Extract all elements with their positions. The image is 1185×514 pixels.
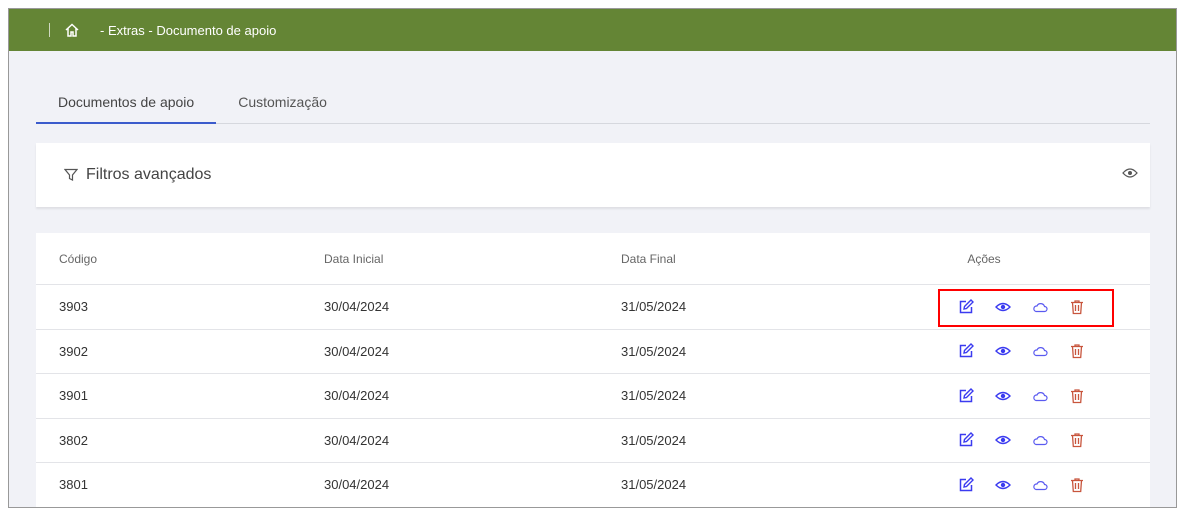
cloud-icon[interactable]: [1032, 477, 1048, 493]
cell-data-final: 31/05/2024: [621, 432, 687, 448]
row-actions: [918, 387, 1150, 404]
table-row: 3902 30/04/2024 31/05/2024: [36, 330, 1150, 374]
highlight-box: [938, 289, 1114, 327]
advanced-filters-panel[interactable]: Filtros avançados: [36, 143, 1150, 207]
cell-codigo: 3903: [59, 299, 88, 315]
cell-data-inicial: 30/04/2024: [324, 388, 390, 404]
cell-data-final: 31/05/2024: [621, 388, 687, 404]
top-bar: - Extras - Documento de apoio: [9, 9, 1176, 51]
divider: [49, 23, 50, 37]
tab-bar: Documentos de apoio Customização: [36, 89, 1150, 124]
row-actions: [918, 343, 1150, 359]
tab-customizacao[interactable]: Customização: [216, 89, 349, 124]
edit-icon[interactable]: [958, 432, 974, 448]
table-row: 3903 30/04/2024 31/05/2024: [36, 285, 1150, 330]
cloud-icon[interactable]: [1032, 343, 1048, 359]
table-row: 3901 30/04/2024 31/05/2024: [36, 374, 1150, 419]
cloud-icon[interactable]: [1032, 432, 1048, 448]
cell-data-inicial: 30/04/2024: [324, 299, 390, 315]
edit-icon[interactable]: [958, 387, 974, 404]
cell-data-inicial: 30/04/2024: [324, 477, 390, 493]
table-row: 3802 30/04/2024 31/05/2024: [36, 419, 1150, 463]
tab-documentos[interactable]: Documentos de apoio: [36, 89, 217, 124]
filter-icon: [64, 168, 78, 181]
edit-icon[interactable]: [958, 343, 974, 359]
eye-icon[interactable]: [1122, 167, 1138, 179]
cloud-icon[interactable]: [1032, 388, 1048, 404]
delete-icon[interactable]: [1069, 477, 1085, 493]
documents-table: Código Data Inicial Data Final Ações 390…: [36, 233, 1150, 507]
cell-codigo: 3801: [59, 477, 88, 493]
cell-codigo: 3901: [59, 388, 88, 404]
view-icon[interactable]: [995, 343, 1011, 359]
delete-icon[interactable]: [1069, 388, 1085, 404]
delete-icon[interactable]: [1069, 432, 1085, 448]
cell-data-final: 31/05/2024: [621, 477, 687, 493]
row-actions: [918, 476, 1150, 493]
edit-icon[interactable]: [958, 476, 974, 493]
app-frame: - Extras - Documento de apoio Documentos…: [8, 8, 1177, 508]
filters-title: Filtros avançados: [86, 166, 212, 183]
cell-data-final: 31/05/2024: [621, 343, 687, 359]
header-acoes: Ações: [967, 251, 1001, 266]
view-icon[interactable]: [995, 388, 1011, 404]
cell-data-inicial: 30/04/2024: [324, 343, 390, 359]
cell-codigo: 3802: [59, 432, 88, 448]
table-header: Código Data Inicial Data Final Ações: [36, 233, 1150, 285]
header-codigo: Código: [59, 251, 98, 266]
cell-data-final: 31/05/2024: [621, 299, 687, 315]
cell-data-inicial: 30/04/2024: [324, 432, 390, 448]
row-actions: [918, 432, 1150, 448]
header-data-inicial: Data Inicial: [324, 251, 384, 266]
view-icon[interactable]: [995, 432, 1011, 448]
header-data-final: Data Final: [621, 251, 676, 266]
delete-icon[interactable]: [1069, 343, 1085, 359]
home-icon[interactable]: [64, 22, 80, 38]
breadcrumb: - Extras - Documento de apoio: [100, 22, 277, 38]
table-row: 3801 30/04/2024 31/05/2024: [36, 463, 1150, 507]
view-icon[interactable]: [995, 477, 1011, 493]
cell-codigo: 3902: [59, 343, 88, 359]
